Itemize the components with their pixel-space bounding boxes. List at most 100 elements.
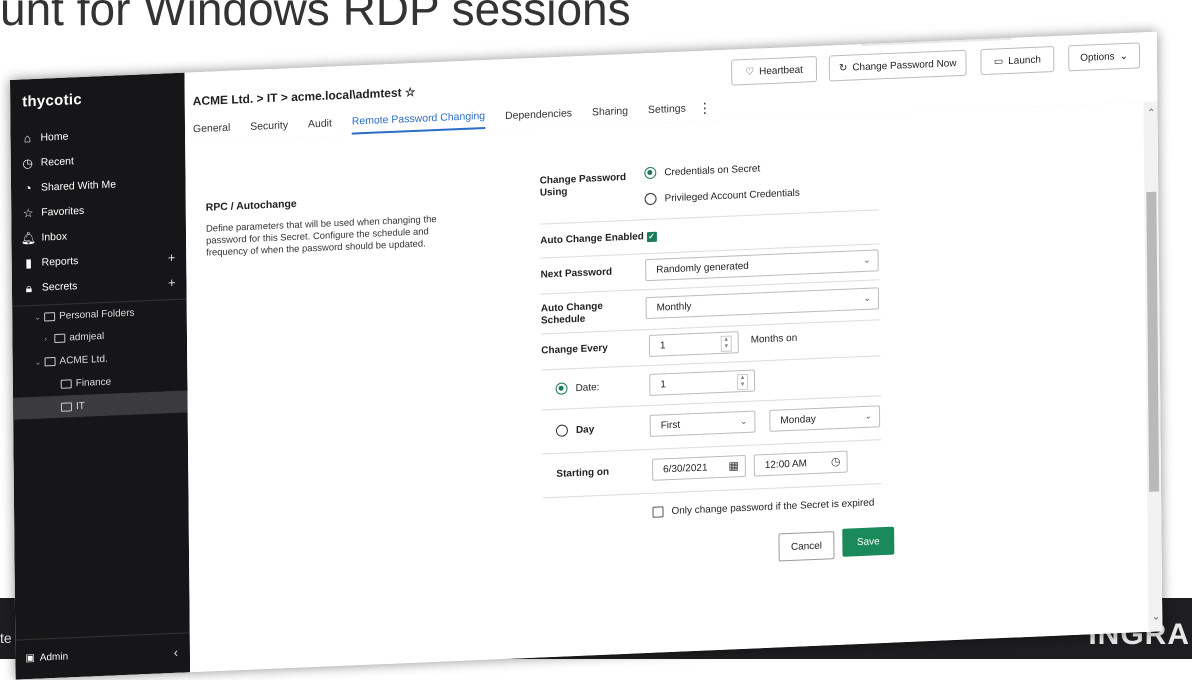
add-report-icon[interactable]: + — [168, 249, 176, 264]
change-password-button[interactable]: ↻ Change Password Now — [828, 49, 967, 82]
change-using-label: Change Password Using — [539, 172, 627, 199]
radio-icon[interactable] — [555, 424, 569, 437]
day-option[interactable]: Day — [555, 423, 595, 437]
input-value: 1 — [659, 339, 666, 352]
tab-settings[interactable]: Settings — [648, 97, 686, 123]
collapse-sidebar-icon[interactable]: ‹ — [174, 645, 178, 660]
chevron-down-icon[interactable]: ⌄ — [1152, 611, 1160, 622]
privileged-credentials-option[interactable]: Privileged Account Credentials — [644, 187, 800, 206]
tree-label: Finance — [75, 376, 112, 389]
launch-label: Launch — [1008, 54, 1041, 67]
option-label: Day — [575, 423, 595, 436]
weekday-select[interactable]: Monday ⌄ — [769, 405, 881, 432]
sidebar: thycotic ⌂ Home ◷ Recent ◔ Shared With M… — [10, 72, 191, 680]
sidebar-item-label: Home — [40, 130, 69, 144]
expired-only-option[interactable]: Only change password if the Secret is ex… — [652, 497, 875, 518]
user-icon: ▣ — [25, 652, 35, 665]
input-value: 1 — [660, 378, 666, 391]
bars-icon: ▮ — [25, 256, 33, 271]
tab-sharing[interactable]: Sharing — [592, 99, 628, 125]
calendar-icon[interactable]: ▦ — [728, 459, 738, 472]
checkbox-icon[interactable] — [652, 506, 664, 518]
stepper-icon[interactable]: ▲ ▼ — [720, 335, 732, 352]
sidebar-item-label: Recent — [40, 155, 74, 169]
tree-label: IT — [75, 400, 85, 412]
sidebar-item-inbox[interactable]: 🔔︎ Inbox — [21, 221, 181, 250]
sidebar-item-secrets[interactable]: 🔒︎ Secrets + — [22, 271, 182, 300]
breadcrumb: ACME Ltd. > IT > acme.local\admtest ☆ — [192, 84, 416, 109]
tree-label: ACME Ltd. — [59, 353, 108, 367]
chevron-up-icon[interactable]: ⌃ — [1147, 108, 1155, 119]
select-value: Monday — [780, 413, 816, 426]
share-icon: ◔ — [24, 181, 32, 196]
date-input[interactable]: 1 ▲ ▼ — [649, 369, 756, 396]
admin-user[interactable]: ▣ Admin — [25, 651, 68, 664]
option-label: Privileged Account Credentials — [664, 187, 800, 204]
clock-icon[interactable]: ◷ — [831, 455, 841, 468]
change-every-input[interactable]: 1 ▲ ▼ — [648, 331, 739, 357]
next-password-label: Next Password — [540, 266, 613, 281]
tab-general[interactable]: General — [193, 116, 230, 142]
starting-on-label: Starting on — [556, 466, 610, 480]
schedule-select[interactable]: Monthly ⌄ — [645, 287, 880, 320]
scroll-thumb[interactable] — [1146, 191, 1160, 492]
add-secret-icon[interactable]: + — [168, 274, 176, 289]
credentials-on-secret-option[interactable]: Credentials on Secret — [644, 162, 761, 180]
tree-label: admjeal — [69, 330, 105, 343]
sidebar-item-shared[interactable]: ◔ Shared With Me — [21, 171, 181, 200]
admin-label: Admin — [39, 651, 69, 664]
tab-audit[interactable]: Audit — [308, 111, 332, 136]
day-ordinal-select[interactable]: First ⌄ — [649, 410, 756, 437]
cancel-button[interactable]: Cancel — [778, 531, 835, 562]
sidebar-item-favorites[interactable]: ☆ Favorites — [21, 196, 181, 225]
radio-selected-icon[interactable] — [644, 166, 657, 180]
tab-dependencies[interactable]: Dependencies — [505, 101, 572, 128]
sidebar-item-label: Inbox — [41, 230, 68, 244]
launch-button[interactable]: ▭ Launch — [980, 46, 1055, 76]
option-label: Only change password if the Secret is ex… — [671, 497, 875, 517]
bell-icon: 🔔︎ — [20, 230, 37, 246]
change-password-label: Change Password Now — [852, 57, 957, 74]
chevron-icon: ⌄ — [34, 357, 42, 367]
folder-icon — [60, 401, 72, 412]
start-date-input[interactable]: 6/30/2021 ▦ — [652, 454, 746, 481]
select-value: Randomly generated — [656, 260, 749, 276]
date-option[interactable]: Date: — [555, 381, 600, 395]
select-value: First — [660, 419, 681, 431]
folder-icon — [60, 378, 72, 389]
sidebar-item-recent[interactable]: ◷ Recent — [21, 146, 181, 175]
scrollbar[interactable]: ⌃ ⌄ — [1143, 101, 1163, 632]
folder-icon — [44, 356, 56, 366]
heart-icon: ♡ — [745, 66, 755, 78]
options-button[interactable]: Options ⌄ — [1068, 42, 1141, 72]
apps-grid-icon[interactable]: ⋮⋮⋮ — [1042, 32, 1084, 33]
radio-icon[interactable] — [644, 192, 657, 206]
schedule-label: Auto Change Schedule — [540, 300, 603, 327]
heartbeat-label: Heartbeat — [759, 64, 803, 77]
months-on-text: Months on — [750, 332, 798, 346]
folder-icon — [44, 311, 56, 321]
checkbox-checked-icon[interactable]: ✓ — [646, 231, 657, 243]
next-password-select[interactable]: Randomly generated ⌄ — [645, 249, 879, 282]
sidebar-item-label: Shared With Me — [40, 178, 117, 194]
radio-selected-icon[interactable] — [555, 382, 568, 395]
save-button[interactable]: Save — [842, 526, 895, 557]
chevron-icon: › — [44, 333, 48, 343]
more-icon[interactable]: ⋮ — [698, 95, 712, 120]
input-value: 12:00 AM — [764, 457, 808, 471]
launch-icon: ▭ — [993, 55, 1004, 68]
input-value: 6/30/2021 — [663, 462, 708, 475]
auto-change-text: Auto Change Enabled — [540, 231, 644, 247]
tab-security[interactable]: Security — [250, 113, 288, 139]
sidebar-item-home[interactable]: ⌂ Home — [20, 121, 180, 150]
home-icon: ⌂ — [23, 131, 32, 146]
stepper-icon[interactable]: ▲ ▼ — [737, 373, 749, 391]
start-time-input[interactable]: 12:00 AM ◷ — [753, 450, 848, 477]
change-every-label: Change Every — [541, 342, 608, 357]
auto-change-label: Auto Change Enabled ✓ — [540, 231, 657, 248]
chevron-down-icon: ⌄ — [1119, 50, 1129, 62]
option-label: Credentials on Secret — [664, 162, 761, 178]
sidebar-item-label: Secrets — [41, 280, 78, 294]
heartbeat-button[interactable]: ♡ Heartbeat — [731, 56, 818, 86]
sidebar-item-reports[interactable]: ▮ Reports + — [22, 246, 182, 275]
